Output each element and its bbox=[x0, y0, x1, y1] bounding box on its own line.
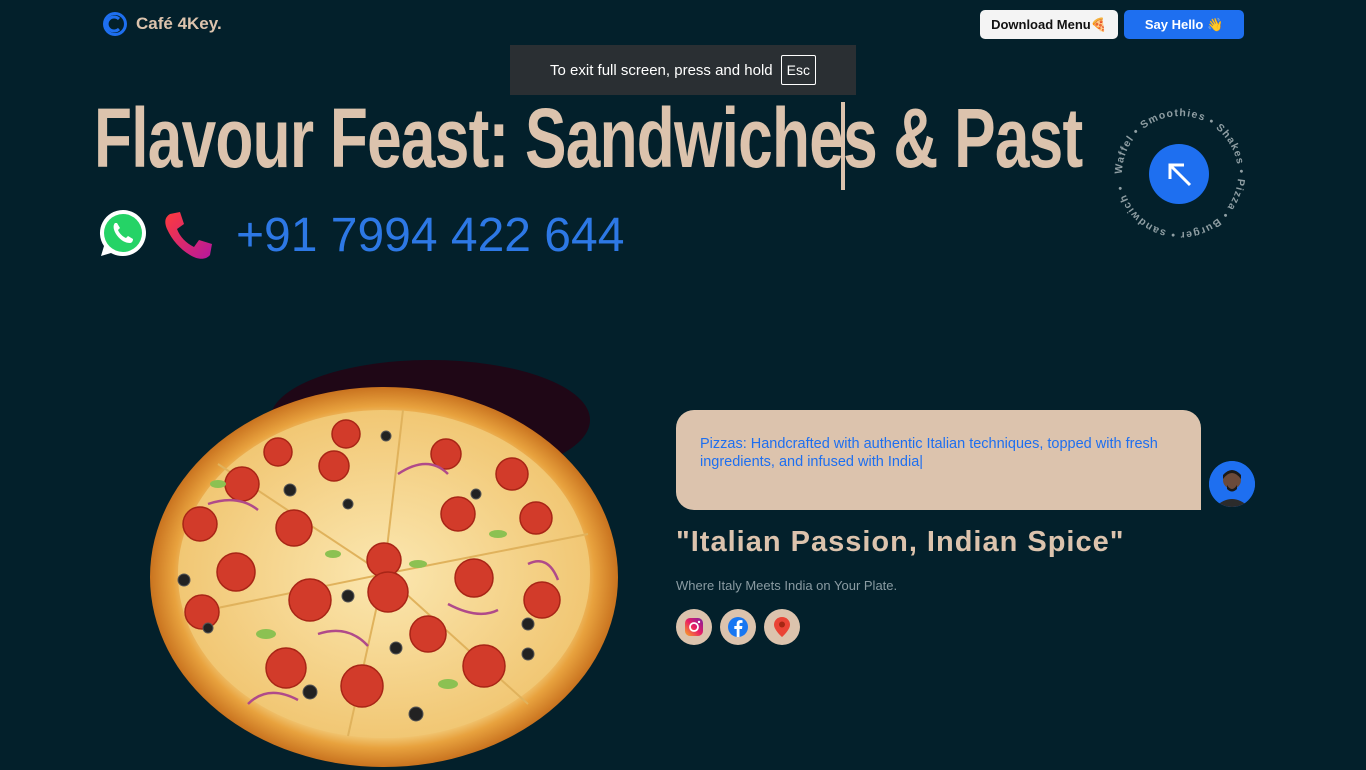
brand-name: Café 4Key. bbox=[136, 14, 222, 33]
brand[interactable]: Café 4Key. bbox=[102, 11, 222, 37]
arrow-up-left-icon bbox=[1168, 163, 1192, 187]
instagram-icon bbox=[685, 618, 703, 636]
scroll-top-button[interactable] bbox=[1149, 144, 1209, 204]
location-pin-icon bbox=[774, 617, 790, 637]
tagline: "Italian Passion, Indian Spice" bbox=[676, 526, 1125, 558]
location-button[interactable] bbox=[764, 609, 800, 645]
instagram-button[interactable] bbox=[676, 609, 712, 645]
say-hello-button[interactable]: Say Hello 👋 bbox=[1124, 10, 1244, 39]
phone-number[interactable]: +91 7994 422 644 bbox=[236, 208, 624, 263]
esc-key: Esc bbox=[780, 55, 816, 85]
typing-cursor bbox=[841, 102, 845, 190]
toast-message: To exit full screen, press and hold bbox=[550, 61, 773, 79]
hero-title: Flavour Feast: Sandwiches & Past bbox=[94, 91, 1083, 185]
download-menu-button[interactable]: Download Menu🍕 bbox=[980, 10, 1118, 39]
chat-message: Pizzas: Handcrafted with authentic Itali… bbox=[700, 436, 1158, 470]
facebook-button[interactable] bbox=[720, 609, 756, 645]
phone-icon[interactable] bbox=[162, 210, 214, 262]
whatsapp-icon[interactable] bbox=[98, 208, 148, 258]
pizza-image bbox=[150, 387, 618, 767]
subline: Where Italy Meets India on Your Plate. bbox=[676, 578, 898, 593]
facebook-icon bbox=[728, 617, 748, 637]
avatar bbox=[1209, 461, 1255, 507]
brand-logo-icon bbox=[103, 12, 127, 36]
person-avatar-icon bbox=[1209, 461, 1255, 507]
chat-bubble: Pizzas: Handcrafted with authentic Itali… bbox=[676, 410, 1201, 510]
